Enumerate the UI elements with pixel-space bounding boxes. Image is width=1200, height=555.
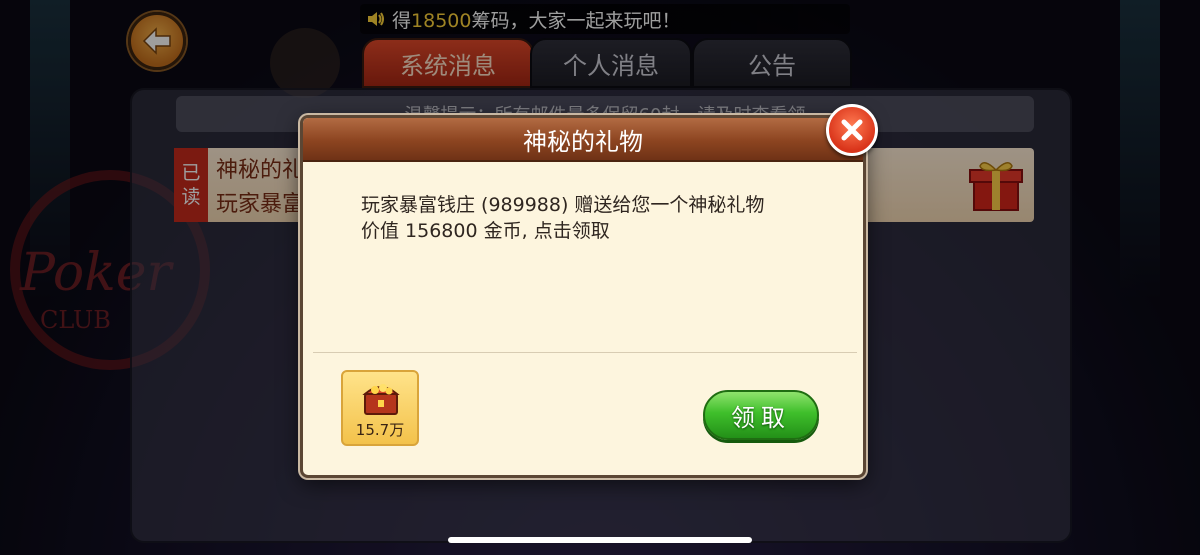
treasure-chest-icon xyxy=(362,384,400,415)
close-button[interactable] xyxy=(826,104,878,156)
close-icon xyxy=(841,119,863,141)
divider xyxy=(313,352,857,353)
dialog-message: 玩家暴富钱庄 (989988) 赠送给您一个神秘礼物 价值 156800 金币,… xyxy=(361,194,765,242)
reward-item: 15.7万 xyxy=(341,370,419,446)
home-indicator[interactable] xyxy=(448,537,752,543)
gift-dialog: 神秘的礼物 玩家暴富钱庄 (989988) 赠送给您一个神秘礼物 价值 1568… xyxy=(300,115,866,478)
claim-button[interactable]: 领取 xyxy=(703,390,819,440)
dialog-title: 神秘的礼物 xyxy=(303,118,863,162)
